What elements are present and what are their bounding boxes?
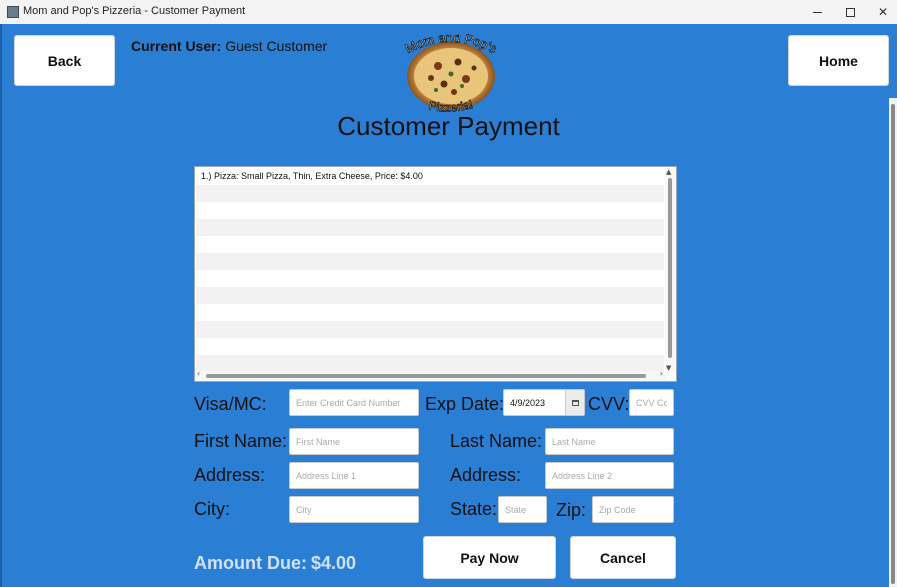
state-input[interactable]	[498, 496, 547, 523]
pay-now-button[interactable]: Pay Now	[423, 536, 556, 579]
maximize-icon[interactable]	[833, 0, 867, 24]
exp-date-value: 4/9/2023	[510, 398, 546, 408]
window-vscrollbar[interactable]	[889, 98, 897, 587]
list-item[interactable]	[196, 321, 664, 338]
zip-input[interactable]	[592, 496, 674, 523]
window-title: Mom and Pop's Pizzeria - Customer Paymen…	[23, 5, 246, 17]
current-user: Current User: Guest Customer	[131, 38, 327, 54]
amount-due: Amount Due: $4.00	[194, 553, 356, 574]
list-item[interactable]	[196, 219, 664, 236]
amount-due-value: $4.00	[310, 553, 357, 573]
list-item[interactable]	[196, 202, 664, 219]
calendar-icon	[571, 399, 579, 406]
amount-due-label: Amount Due:	[194, 553, 307, 573]
list-item[interactable]	[196, 253, 664, 270]
scroll-thumb[interactable]	[668, 178, 672, 358]
pizzeria-logo: Mom and Pop's Pizzeria!	[402, 34, 500, 114]
calendar-button[interactable]	[565, 390, 584, 415]
address2-label: Address:	[450, 465, 522, 485]
city-label: City:	[194, 499, 230, 519]
order-list-hscrollbar[interactable]: ‹ ›	[196, 369, 666, 380]
state-label: State:	[450, 499, 498, 519]
current-user-label: Current User:	[131, 38, 222, 54]
scroll-right-icon[interactable]: ›	[660, 369, 663, 378]
zip-label: Zip:	[556, 500, 587, 520]
list-item[interactable]	[196, 236, 664, 253]
home-button[interactable]: Home	[788, 35, 889, 86]
order-list-vscrollbar[interactable]: ▲ ▼	[665, 168, 675, 372]
last-name-label: Last Name:	[450, 431, 543, 451]
address1-label: Address:	[194, 465, 266, 485]
list-item[interactable]	[196, 304, 664, 321]
address2-input[interactable]	[545, 462, 674, 489]
cvv-input[interactable]	[629, 389, 674, 416]
close-icon[interactable]: ✕	[866, 0, 897, 24]
scroll-thumb[interactable]	[206, 374, 646, 378]
current-user-name: Guest Customer	[225, 38, 328, 54]
order-rows: 1.) Pizza: Small Pizza, Thin, Extra Chee…	[196, 168, 664, 372]
last-name-input[interactable]	[545, 428, 674, 455]
cvv-label: CVV:	[588, 394, 630, 414]
scroll-left-icon[interactable]: ‹	[197, 369, 200, 378]
card-label: Visa/MC:	[194, 394, 267, 414]
first-name-input[interactable]	[289, 428, 419, 455]
scroll-thumb[interactable]	[891, 104, 895, 584]
window-titlebar: Mom and Pop's Pizzeria - Customer Paymen…	[0, 0, 897, 25]
scroll-down-icon[interactable]: ▼	[666, 364, 671, 372]
minimize-icon[interactable]	[800, 0, 834, 24]
cancel-button[interactable]: Cancel	[570, 536, 676, 579]
list-item[interactable]	[196, 287, 664, 304]
exp-date-label: Exp Date:	[425, 394, 505, 414]
exp-date-picker[interactable]: 4/9/2023	[503, 389, 585, 416]
card-number-input[interactable]	[289, 389, 419, 416]
order-list[interactable]: 1.) Pizza: Small Pizza, Thin, Extra Chee…	[194, 166, 677, 382]
list-item[interactable]: 1.) Pizza: Small Pizza, Thin, Extra Chee…	[196, 168, 664, 185]
city-input[interactable]	[289, 496, 419, 523]
list-item[interactable]	[196, 270, 664, 287]
list-item[interactable]	[196, 338, 664, 355]
first-name-label: First Name:	[194, 431, 288, 451]
scroll-up-icon[interactable]: ▲	[666, 168, 671, 176]
app-icon	[7, 6, 19, 18]
window-border	[0, 24, 2, 587]
list-item[interactable]	[196, 355, 664, 372]
address1-input[interactable]	[289, 462, 419, 489]
list-item[interactable]	[196, 185, 664, 202]
page-title: Customer Payment	[337, 111, 560, 141]
back-button[interactable]: Back	[14, 35, 115, 86]
